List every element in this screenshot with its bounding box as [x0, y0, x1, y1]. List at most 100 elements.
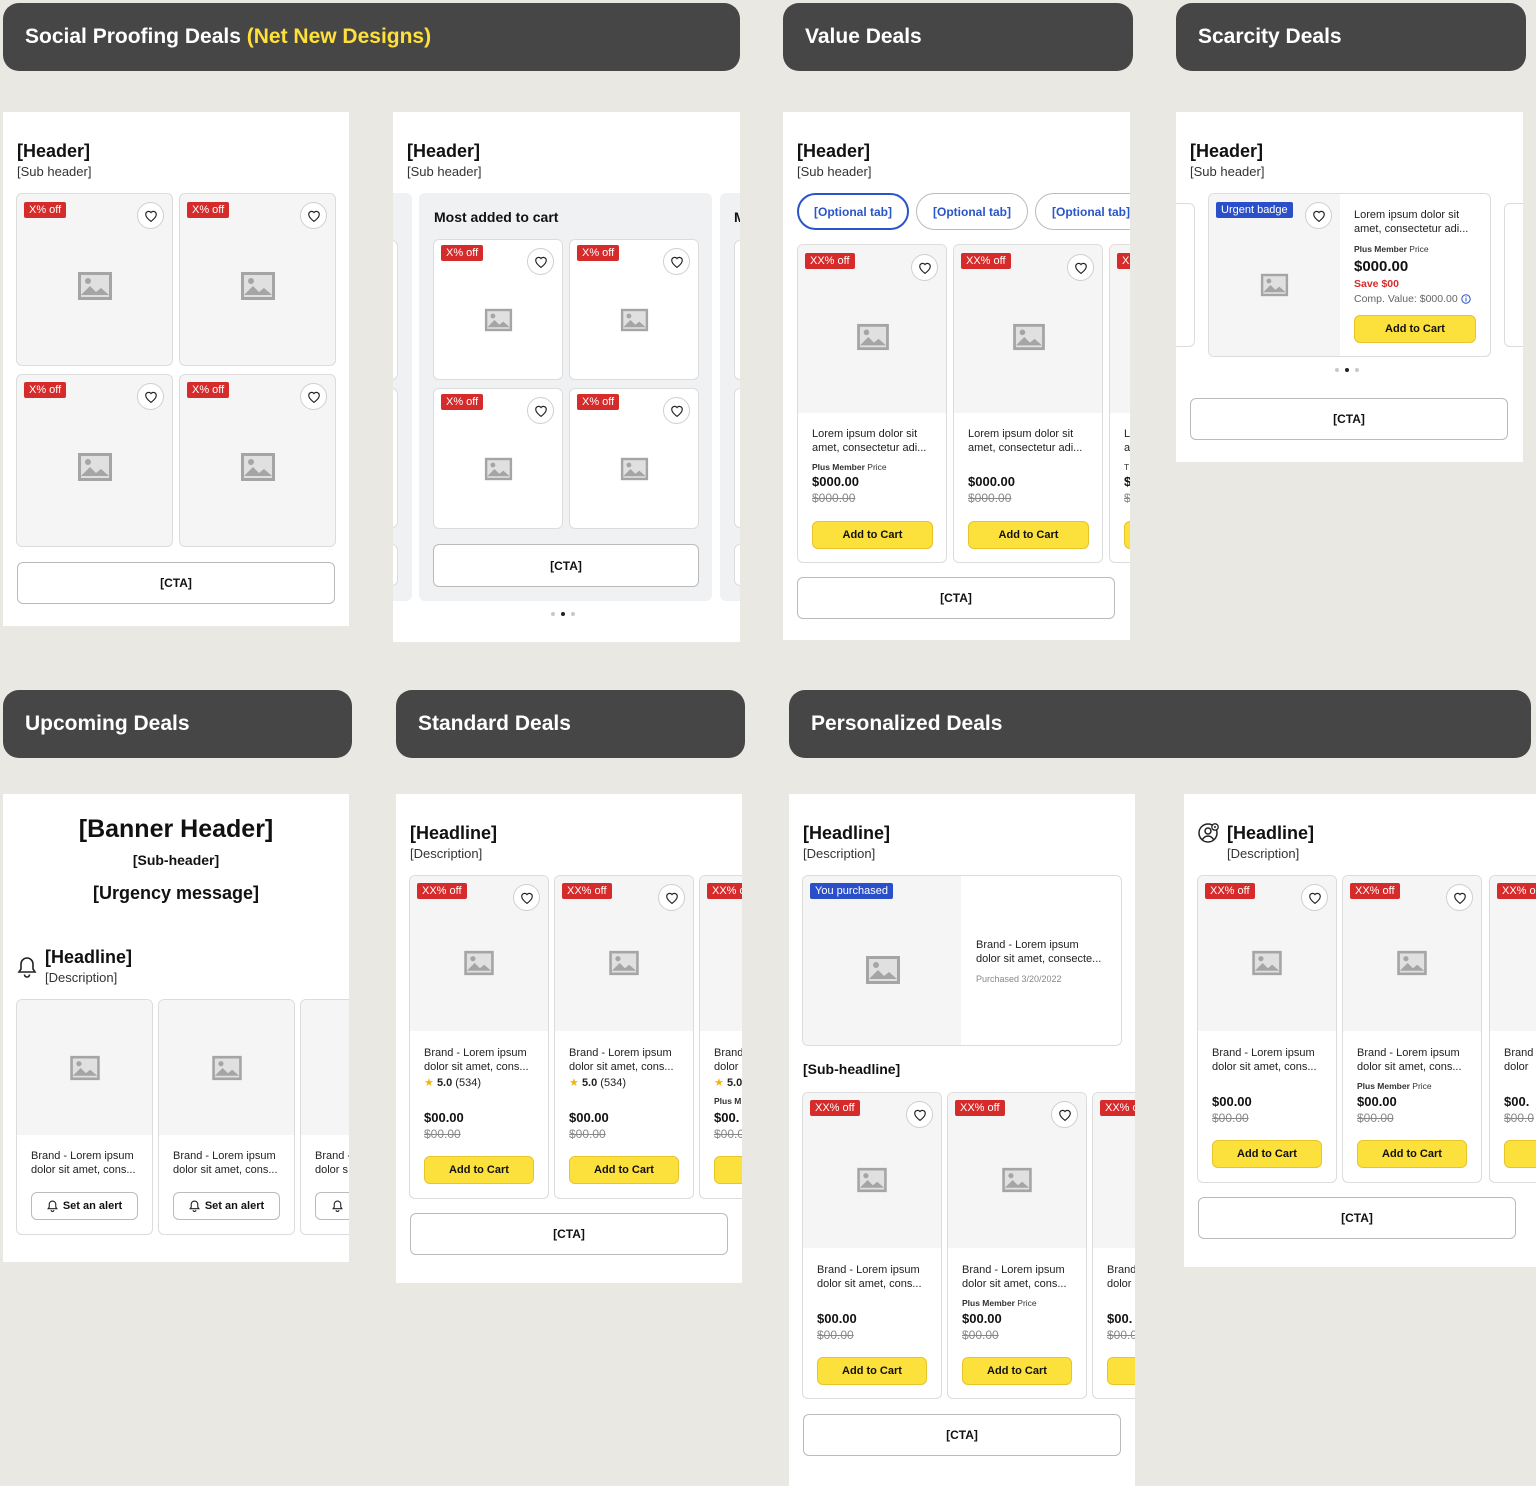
product-card[interactable]: XX% off Brand - Lorem ipsum dolor sit am… — [1342, 875, 1482, 1183]
star-icon: ★ — [714, 1077, 724, 1089]
product-tile[interactable]: X% off — [569, 388, 699, 529]
image-placeholder-icon — [70, 1055, 100, 1081]
product-title-line1: Brand - Lorem ipsum — [1212, 1047, 1315, 1059]
product-title-partial: Brand — [714, 1047, 742, 1059]
heart-icon[interactable] — [1305, 202, 1332, 229]
upcoming-product-card-peek[interactable]: Brand - dolor s — [300, 999, 349, 1235]
info-icon[interactable] — [1461, 294, 1471, 304]
urgent-product-card[interactable]: Urgent badge Lorem ipsum dolor sit amet,… — [1208, 193, 1491, 357]
heart-icon[interactable] — [663, 397, 690, 424]
cta-button[interactable]: [CTA] — [803, 1414, 1121, 1456]
was-price: $000.00 — [968, 491, 1012, 505]
add-to-cart-button[interactable]: Add to Cart — [1354, 315, 1476, 343]
carousel-dot-active[interactable] — [1345, 368, 1349, 372]
peek-title: M — [734, 209, 740, 225]
heart-icon[interactable] — [300, 383, 327, 410]
add-to-cart-button[interactable] — [1504, 1140, 1536, 1168]
product-card-peek[interactable]: X L a T $ $ — [1109, 244, 1130, 563]
plus-member-price-label: Plus Member Price — [1354, 244, 1429, 254]
product-card-peek[interactable]: XX% o Brand dolor $00. $00.0 — [1092, 1092, 1135, 1399]
plus-member-price-label: Plus Member Price — [962, 1298, 1037, 1308]
add-to-cart-button[interactable]: Add to Cart — [424, 1156, 534, 1184]
heart-icon[interactable] — [527, 248, 554, 275]
star-icon: ★ — [569, 1077, 579, 1089]
product-card[interactable]: XX% off Lorem ipsum dolor sit amet, cons… — [953, 244, 1103, 563]
tab-optional-2[interactable]: [Optional tab] — [916, 193, 1028, 230]
heart-icon[interactable] — [300, 202, 327, 229]
tab-optional-1[interactable]: [Optional tab] — [797, 193, 909, 230]
product-tile[interactable]: X% off — [16, 193, 173, 366]
peek-tile — [734, 388, 740, 528]
add-to-cart-button[interactable] — [1124, 521, 1130, 549]
image-placeholder-icon — [484, 457, 513, 481]
cta-button[interactable]: [CTA] — [410, 1213, 728, 1255]
carousel-dots[interactable] — [551, 612, 575, 616]
section-title: Standard Deals — [418, 712, 571, 735]
product-card[interactable]: XX% off Lorem ipsum dolor sit amet, cons… — [797, 244, 947, 563]
carousel-dot[interactable] — [1355, 368, 1359, 372]
add-to-cart-button[interactable]: Add to Cart — [968, 521, 1089, 549]
product-card[interactable]: XX% off Brand - Lorem ipsum dolor sit am… — [1197, 875, 1337, 1183]
set-alert-button[interactable]: Set an alert — [173, 1192, 280, 1220]
section-bar-personalized: Personalized Deals — [789, 690, 1531, 758]
heart-icon[interactable] — [911, 254, 938, 281]
product-card[interactable]: XX% off Brand - Lorem ipsum dolor sit am… — [947, 1092, 1087, 1399]
heart-icon[interactable] — [1301, 884, 1328, 911]
product-card-peek[interactable]: XX% o Brand dolor ★ 5.0 Plus M $00. $00.… — [699, 875, 742, 1199]
heart-icon[interactable] — [663, 248, 690, 275]
panel-headline: [Headline] — [803, 823, 891, 843]
product-title-partial: L — [1124, 428, 1130, 440]
heart-icon[interactable] — [906, 1101, 933, 1128]
panel-headline: [Headline] — [1227, 823, 1315, 843]
upcoming-product-card[interactable]: Brand - Lorem ipsum dolor sit amet, cons… — [158, 999, 295, 1235]
carousel-dot[interactable] — [571, 612, 575, 616]
add-to-cart-button[interactable]: Add to Cart — [817, 1357, 927, 1385]
panel-sub-header: [Sub header] — [407, 164, 482, 179]
cta-button[interactable]: [CTA] — [797, 577, 1115, 619]
cta-button[interactable]: [CTA] — [433, 544, 699, 587]
product-tile[interactable]: X% off — [569, 239, 699, 380]
heart-icon[interactable] — [137, 202, 164, 229]
product-tile[interactable]: X% off — [433, 388, 563, 529]
carousel-dot[interactable] — [1335, 368, 1339, 372]
price: $00.00 — [1357, 1094, 1397, 1109]
product-tile[interactable]: X% off — [179, 374, 336, 547]
section-description: [Description] — [45, 970, 118, 985]
cta-button[interactable]: [CTA] — [17, 562, 335, 604]
heart-icon[interactable] — [527, 397, 554, 424]
cta-button[interactable]: [CTA] — [1198, 1197, 1516, 1239]
plus-member-price-label: Plus Member Price — [812, 462, 887, 472]
tab-optional-3[interactable]: [Optional tab] — [1035, 193, 1130, 230]
add-to-cart-button[interactable]: Add to Cart — [569, 1156, 679, 1184]
heart-icon[interactable] — [513, 884, 540, 911]
purchased-product-card[interactable]: You purchased Brand - Lorem ipsum dolor … — [802, 875, 1122, 1046]
product-tile[interactable]: X% off — [16, 374, 173, 547]
set-alert-button[interactable]: Set an alert — [31, 1192, 138, 1220]
product-card[interactable]: XX% off Brand - Lorem ipsum dolor sit am… — [409, 875, 549, 1199]
heart-icon[interactable] — [1051, 1101, 1078, 1128]
set-alert-button[interactable] — [315, 1192, 349, 1220]
product-card[interactable]: XX% off Brand - Lorem ipsum dolor sit am… — [802, 1092, 942, 1399]
heart-icon[interactable] — [1446, 884, 1473, 911]
was-price: $00.00 — [962, 1328, 999, 1342]
heart-icon[interactable] — [658, 884, 685, 911]
heart-icon[interactable] — [1067, 254, 1094, 281]
add-to-cart-button[interactable]: Add to Cart — [962, 1357, 1072, 1385]
add-to-cart-button[interactable]: Add to Cart — [1212, 1140, 1322, 1168]
product-tile[interactable]: X% off — [433, 239, 563, 380]
heart-icon[interactable] — [137, 383, 164, 410]
product-tile[interactable]: X% off — [179, 193, 336, 366]
peek-tile — [393, 388, 398, 528]
carousel-dot[interactable] — [551, 612, 555, 616]
product-card-peek[interactable]: XX% o Brand dolor $00. $00.0 — [1489, 875, 1536, 1183]
carousel-dots[interactable] — [1335, 368, 1359, 372]
add-to-cart-button[interactable]: Add to Cart — [812, 521, 933, 549]
carousel-dot-active[interactable] — [561, 612, 565, 616]
add-to-cart-button[interactable]: Add to Cart — [1357, 1140, 1467, 1168]
cta-button[interactable]: [CTA] — [1190, 398, 1508, 440]
upcoming-product-card[interactable]: Brand - Lorem ipsum dolor sit amet, cons… — [16, 999, 153, 1235]
add-to-cart-button[interactable] — [1107, 1357, 1135, 1385]
product-card[interactable]: XX% off Brand - Lorem ipsum dolor sit am… — [554, 875, 694, 1199]
add-to-cart-button[interactable] — [714, 1156, 742, 1184]
discount-badge: XX% off — [961, 253, 1011, 269]
